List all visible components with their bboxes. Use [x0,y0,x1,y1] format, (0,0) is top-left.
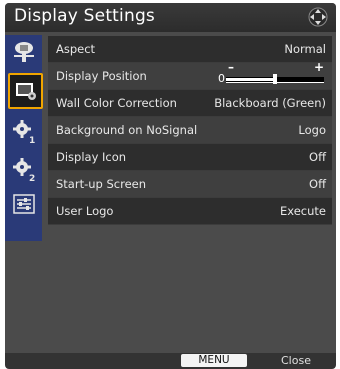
slider-minus-label: – [228,60,234,74]
close-label: Close [281,354,311,367]
sidebar: 1 2 [5,35,43,241]
slider-fill [226,78,275,81]
slider-plus-label: + [313,60,324,74]
setting-value: Off [309,150,326,164]
slider-zero-label: 0 [218,72,225,85]
setting-value: Logo [298,123,326,137]
setting-row-display-position[interactable]: Display Position 0 – + [48,60,332,90]
setting-label: Start-up Screen [56,177,147,191]
setting-row-aspect[interactable]: Aspect Normal [48,36,332,63]
setting-label: Wall Color Correction [56,96,177,110]
setting-row-background[interactable]: Background on NoSignal Logo [48,117,332,144]
svg-text:1: 1 [29,136,35,145]
menu-button[interactable]: MENU [181,354,247,367]
sidebar-item-display[interactable] [8,73,43,109]
svg-text:2: 2 [29,174,35,183]
gear-1-icon: 1 [12,120,35,145]
setting-label: Display Position [56,69,147,83]
title-bar: Display Settings [5,3,336,32]
display-settings-icon [15,83,36,100]
setting-label: User Logo [56,204,114,218]
setting-label: Display Icon [56,150,127,164]
slider-track [226,74,324,84]
sidebar-item-advanced[interactable] [7,187,40,221]
menu-window: Display Settings 1 2 Aspect Normal Displ… [5,3,336,369]
sliders-icon [12,194,35,214]
setting-label: Background on NoSignal [56,123,198,137]
setting-label: Aspect [56,42,96,56]
gear-2-icon: 2 [12,158,35,183]
navigation-pad-icon [308,7,328,27]
display-position-slider[interactable]: 0 – + [218,60,326,86]
sidebar-item-setup-2[interactable]: 2 [7,153,40,187]
setting-value: Off [309,177,326,191]
sidebar-item-setup-1[interactable]: 1 [7,115,40,149]
slider-thumb[interactable] [273,74,277,84]
setting-row-user-logo[interactable]: User Logo Execute [48,198,332,225]
setting-row-startup-screen[interactable]: Start-up Screen Off [48,171,332,198]
setting-value: Blackboard (Green) [214,96,326,110]
footer-bar: MENU Close [5,353,336,369]
settings-list: Aspect Normal Display Position 0 – + Wal… [48,36,332,225]
sidebar-item-image[interactable] [7,35,40,69]
setting-row-display-icon[interactable]: Display Icon Off [48,144,332,171]
setting-value: Execute [280,204,326,218]
setting-value: Normal [284,42,326,56]
setting-row-wall-color[interactable]: Wall Color Correction Blackboard (Green) [48,90,332,117]
page-title: Display Settings [14,6,155,26]
projector-image-icon [13,42,34,62]
